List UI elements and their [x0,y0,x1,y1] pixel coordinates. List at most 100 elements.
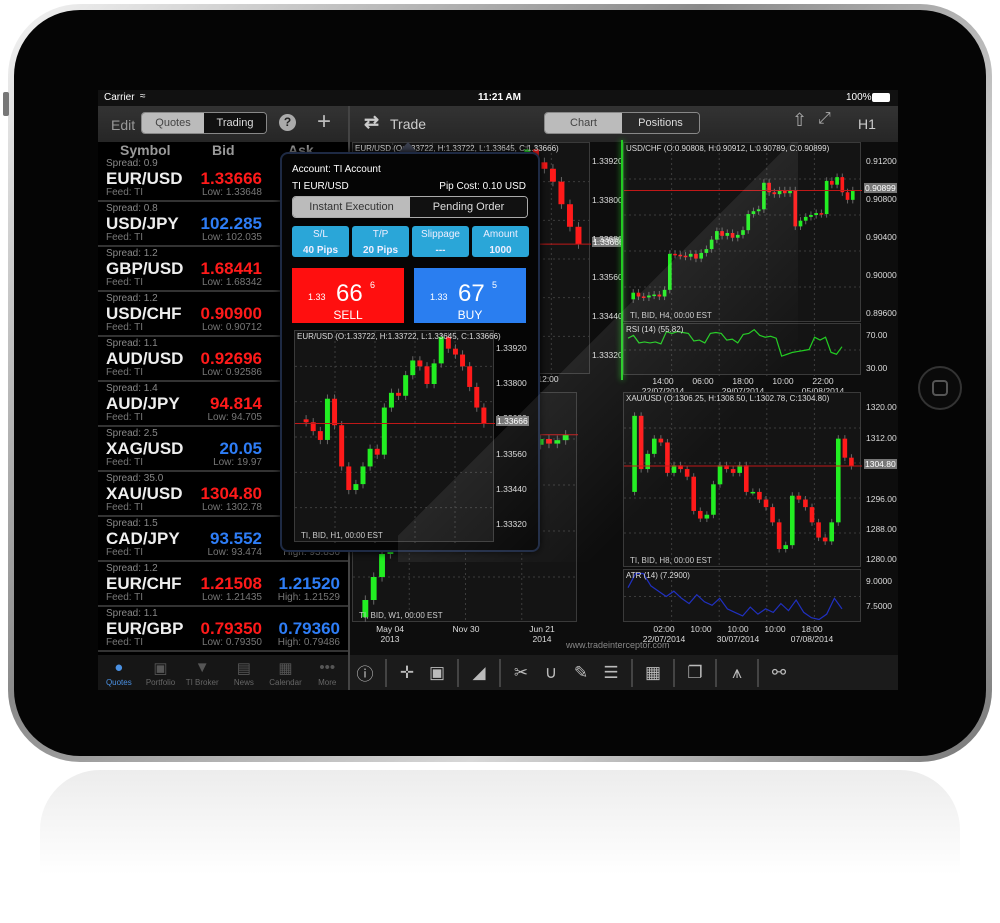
indicator-title: RSI (14) (55.82) [626,325,684,334]
usdchf-chart[interactable]: USD/CHF (O:0.90808, H:0.90912, L:0.90789… [623,142,862,323]
tab-pending-order[interactable]: Pending Order [410,197,527,217]
globe-icon: ● [114,659,124,676]
candle [632,415,637,492]
candle [665,442,670,473]
tab-calendar[interactable]: ▦ Calendar [265,655,307,690]
x-tick-date: 30/07/2014 [716,634,760,644]
area-chart-icon[interactable]: ◢ [464,663,494,683]
axis-label: 1.33920 [496,342,527,353]
candle [776,522,782,549]
candle [835,438,841,523]
candle [549,168,556,182]
trade-arrows-icon[interactable]: ⇄ [364,112,379,133]
plus-icon[interactable]: + [317,108,331,136]
bid-price: 20.05 [219,439,262,458]
quote-row[interactable]: Spread: 1.2 EUR/CHF 1.21508 1.21520 Feed: TI… [98,562,348,607]
candle [367,448,373,467]
quote-row[interactable]: Spread: 1.1 EUR/GBP 0.79350 0.79360 Feed: TI… [98,607,348,652]
grid-icon[interactable]: ▦ [638,663,668,683]
tab-positions[interactable]: Positions [622,113,699,133]
x-tick-date: May 04 [376,624,404,634]
candle [850,190,855,200]
candle [662,289,667,297]
param-sl[interactable]: S/L 40 Pips [292,226,349,257]
tab-more[interactable]: ••• More [306,655,348,690]
document-icon[interactable]: ☰ [596,663,626,683]
axis-label: 1280.00 [866,554,897,565]
tab-news[interactable]: ▤ News [223,655,265,690]
question-circle-icon[interactable]: ? [279,114,296,131]
tab-label: TI Broker [185,678,219,687]
tab-chart[interactable]: Chart [545,113,622,133]
param-label: Amount [483,229,518,240]
axis-label: 1.33800 [496,378,527,388]
feed: Feed: TI [106,322,144,333]
candle [673,253,677,256]
param-amount[interactable]: Amount 1000 [472,226,529,257]
feed: Feed: TI [106,592,144,603]
tools-icon[interactable]: ✂ [506,663,536,683]
tab-trading[interactable]: Trading [204,113,266,133]
candle [651,438,657,454]
param-label: Slippage [421,229,460,240]
tab-portfolio[interactable]: ▣ Portfolio [140,655,182,690]
copy-icon[interactable]: ❐ [680,663,710,683]
edit-button[interactable]: Edit [111,117,135,133]
tab-instant-execution[interactable]: Instant Execution [293,197,410,217]
candle [353,484,359,490]
candle [711,484,716,515]
candle [762,182,766,210]
timeframe-button[interactable]: H1 [858,116,876,132]
spread: Spread: 1.2 [106,248,158,259]
tab-ti-broker[interactable]: ▼ TI Broker [181,655,223,690]
trade-button[interactable]: Trade [390,116,426,132]
crop-icon[interactable]: ▣ [422,663,452,683]
low: Low: 1.21435 [201,592,262,603]
home-button[interactable] [918,366,962,410]
param-slippage[interactable]: Slippage --- [412,226,469,257]
candle [683,255,688,258]
candle [431,363,437,384]
popup-chart[interactable]: EUR/USD (O:1.33722, H:1.33722, L:1.33645… [294,330,501,543]
tab-quotes[interactable]: ● Quotes [98,655,140,690]
pencil-icon[interactable]: ✎ [566,663,596,683]
link-icon[interactable]: ⚯ [764,663,794,683]
tab-quotes[interactable]: Quotes [142,113,204,133]
axis-label: 1.33680 [592,233,623,244]
sell-label: SELL [333,308,363,322]
crosshair-icon[interactable]: ✛ [392,663,422,683]
low: Low: 0.90712 [201,322,262,333]
x-tick-year: 2013 [380,634,400,644]
feed: Feed: TI [106,187,144,198]
candle [741,230,745,235]
indicator-icon[interactable]: ⩚ [722,663,752,683]
battery-icon [872,93,890,102]
buy-button[interactable]: 1.33 67 5 BUY [414,268,526,323]
candle [809,215,813,217]
symbol: GBP/USD [106,259,184,278]
param-value: 20 Pips [362,245,399,256]
spread: Spread: 1.2 [106,293,158,304]
magnet-icon[interactable]: ∪ [536,663,566,683]
x-axis-label: Jun 21 2014 [512,624,572,644]
candle [370,577,377,600]
buy-pips: 67 [458,280,485,307]
candle [417,360,423,367]
toolbar-separator [385,658,387,687]
ti-logo-icon: ▼ [194,659,210,676]
x-tick-time: 06:00 [692,376,714,386]
axis-label: 1312.00 [866,432,897,443]
param-tp[interactable]: T/P 20 Pips [352,226,409,257]
fullscreen-icon[interactable]: ⤢ [818,110,831,128]
symbol: AUD/USD [106,349,184,368]
atr-panel[interactable]: ATR (14) (7.2900) [623,569,862,623]
screen: Carrier ≈ 11:21 AM 100% Edit Quotes Trad… [98,90,898,690]
sell-button[interactable]: 1.33 66 6 SELL [292,268,404,323]
info-icon[interactable]: ⓘ [350,660,380,685]
xauusd-chart[interactable]: XAU/USD (O:1306.25, H:1308.50, L:1302.78… [623,392,862,568]
share-icon[interactable]: ⇧ [792,110,807,131]
candle [772,192,777,195]
symbol: EUR/CHF [106,574,182,593]
rsi-panel[interactable]: RSI (14) (55.82) [623,323,862,376]
candle [816,522,821,538]
